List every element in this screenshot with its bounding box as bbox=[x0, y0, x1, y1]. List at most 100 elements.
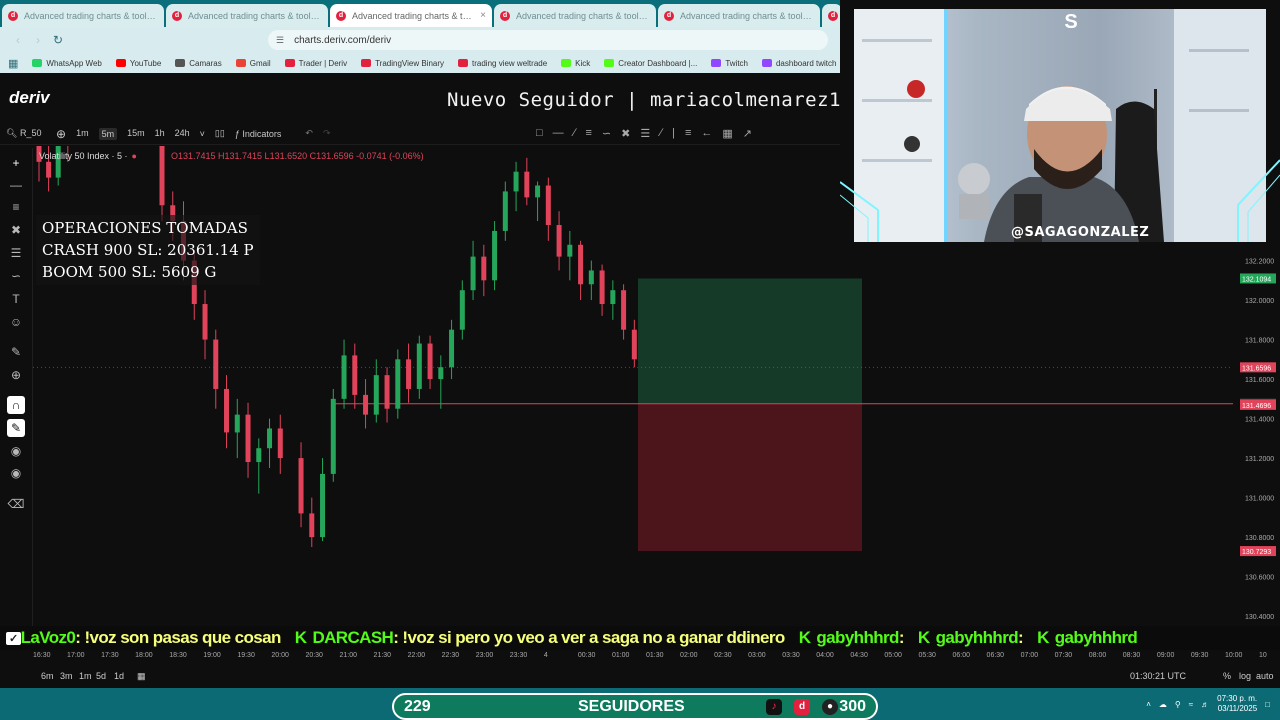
legend-ohlc: O131.7415 H131.7415 L131.6520 C131.6596 … bbox=[170, 151, 424, 161]
grid-tool-icon[interactable]: ▦ bbox=[722, 127, 732, 140]
pattern-icon[interactable]: ✖ bbox=[7, 221, 25, 239]
browser-tab[interactable]: d Advanced trading charts & tools × bbox=[330, 4, 492, 27]
timeframe-button[interactable]: 5m bbox=[98, 127, 118, 140]
undo-icon[interactable]: ↶ bbox=[305, 128, 313, 139]
vertical-line-icon[interactable]: | bbox=[672, 127, 675, 140]
bookmark-item[interactable]: Creator Dashboard |... bbox=[604, 59, 697, 68]
browser-tab[interactable]: d Advanced trading charts & tools | Tr bbox=[2, 4, 164, 27]
add-symbol-icon[interactable]: ⊕ bbox=[56, 127, 66, 141]
bookmark-item[interactable]: Kick bbox=[561, 59, 590, 68]
range-button[interactable]: 5d bbox=[96, 671, 106, 681]
range-button[interactable]: 1m bbox=[79, 671, 92, 681]
bookmark-item[interactable]: Gmail bbox=[235, 59, 271, 68]
bookmark-item[interactable]: Camaras bbox=[175, 59, 222, 68]
bookmark-item[interactable]: TradingView Binary bbox=[361, 59, 444, 68]
timeframe-button[interactable]: 24h bbox=[175, 128, 190, 140]
zoom-icon[interactable]: ⊕ bbox=[7, 366, 25, 384]
bookmark-label: WhatsApp Web bbox=[46, 58, 102, 68]
apps-icon[interactable]: ▦ bbox=[8, 57, 18, 70]
symbol-search[interactable]: 🔍︎ R_50 bbox=[6, 128, 56, 139]
percent-toggle[interactable]: % bbox=[1223, 671, 1231, 681]
url-text: charts.deriv.com/deriv bbox=[294, 34, 392, 46]
bookmark-item[interactable]: trading view weltrade bbox=[458, 59, 547, 68]
browser-tab-overflow[interactable]: d bbox=[822, 4, 842, 27]
reload-icon[interactable]: ↻ bbox=[48, 33, 68, 47]
rectangle-tool-icon[interactable]: □ bbox=[536, 127, 543, 140]
fibonacci-icon[interactable]: ☰ bbox=[7, 244, 25, 262]
range-button[interactable]: 1d bbox=[114, 671, 124, 681]
ruler-icon[interactable]: ✎ bbox=[7, 343, 25, 361]
drawing-quick-tools: □ — ∕ ≡ ∽ ✖ ☰ ∕ | ≡ ← ▦ ↗ bbox=[536, 127, 752, 140]
channel-tool-icon[interactable]: ≡ bbox=[7, 198, 25, 216]
lock-icon[interactable]: ◉ bbox=[7, 442, 25, 460]
url-field[interactable]: ☰ charts.deriv.com/deriv bbox=[268, 30, 828, 50]
candle-body bbox=[309, 513, 315, 538]
indicators-button[interactable]: ƒ Indicators bbox=[235, 129, 282, 139]
operations-line-2: CRASH 900 SL: 20361.14 P bbox=[42, 241, 254, 259]
price-tick-label: 131.2000 bbox=[1245, 456, 1274, 463]
bookmark-item[interactable]: Twitch bbox=[711, 59, 748, 68]
candle-body bbox=[320, 473, 326, 538]
brush-tool-icon[interactable]: ∕ bbox=[660, 127, 662, 140]
parallel-channel-icon[interactable]: ≡ bbox=[586, 127, 592, 140]
browser-tab[interactable]: d Advanced trading charts & tools | Tr bbox=[166, 4, 328, 27]
time-tick-label: 03:30 bbox=[782, 652, 800, 659]
trend-line-icon[interactable]: ∕ bbox=[574, 127, 576, 140]
timeframe-button[interactable]: 1h bbox=[155, 128, 165, 140]
deriv-logo[interactable]: deriv bbox=[9, 88, 50, 108]
clock[interactable]: 07:30 p. m. 03/11/2025 bbox=[1217, 694, 1257, 714]
crosshair-icon[interactable]: + bbox=[7, 154, 25, 172]
brush-icon[interactable]: ∽ bbox=[7, 267, 25, 285]
redo-icon[interactable]: ↷ bbox=[323, 128, 331, 139]
user-avatar-icon: ● bbox=[822, 699, 838, 715]
horizontal-ray-icon[interactable]: — bbox=[553, 127, 564, 140]
timeframe-button[interactable]: 15m bbox=[127, 128, 145, 140]
chart-type-icon[interactable]: ▯▯ bbox=[215, 128, 225, 139]
levels-tool-icon[interactable]: ≡ bbox=[685, 127, 691, 140]
tray-chevron-icon[interactable]: ˄ bbox=[1146, 700, 1151, 709]
range-button[interactable]: 3m bbox=[60, 671, 73, 681]
bookmark-label: Creator Dashboard |... bbox=[618, 58, 698, 68]
visibility-icon[interactable]: ◉ bbox=[7, 464, 25, 482]
follower-goal: 300 bbox=[839, 697, 866, 715]
date-range-icon[interactable]: ▦ bbox=[137, 671, 146, 682]
close-tab-icon[interactable]: × bbox=[480, 10, 486, 21]
arrow-tool-icon[interactable]: ← bbox=[701, 127, 712, 140]
bookmark-label: dashboard twitch bbox=[775, 58, 837, 68]
webcam-frame bbox=[840, 159, 1280, 242]
stay-drawing-icon[interactable]: ✎ bbox=[7, 419, 25, 437]
wifi-icon[interactable]: ≈ bbox=[1189, 700, 1193, 709]
cloud-icon[interactable]: ☁ bbox=[1159, 700, 1167, 709]
timeframe-button[interactable]: 1m bbox=[76, 128, 89, 140]
notifications-icon[interactable]: □ bbox=[1265, 700, 1270, 709]
auto-toggle[interactable]: auto bbox=[1256, 671, 1274, 681]
bookmark-item[interactable]: WhatsApp Web bbox=[32, 58, 102, 68]
line-tool-icon[interactable]: — bbox=[7, 176, 25, 194]
pattern-tool-icon[interactable]: ✖ bbox=[621, 127, 630, 140]
extend-tool-icon[interactable]: ↗ bbox=[743, 127, 752, 140]
candle-body bbox=[384, 375, 390, 409]
fib-tool-icon[interactable]: ☰ bbox=[640, 127, 650, 140]
trash-icon[interactable]: ⌫ bbox=[7, 495, 25, 513]
range-button[interactable]: 6m bbox=[41, 671, 54, 681]
browser-tab[interactable]: d Advanced trading charts & tools | Tr bbox=[494, 4, 656, 27]
location-icon[interactable]: ⚲ bbox=[1175, 700, 1181, 709]
magnet-icon[interactable]: ∩ bbox=[7, 396, 25, 414]
candle-body bbox=[502, 191, 508, 231]
bookmark-item[interactable]: YouTube bbox=[115, 59, 161, 68]
path-tool-icon[interactable]: ∽ bbox=[602, 127, 611, 140]
back-icon[interactable]: ‹ bbox=[8, 33, 28, 47]
bookmark-item[interactable]: Trader | Deriv bbox=[284, 59, 347, 68]
time-tick-label: 19:30 bbox=[237, 652, 255, 659]
forward-icon[interactable]: › bbox=[28, 33, 48, 47]
log-toggle[interactable]: log bbox=[1239, 671, 1251, 681]
text-tool-icon[interactable]: T bbox=[7, 290, 25, 308]
site-info-icon[interactable]: ☰ bbox=[276, 35, 284, 46]
utc-clock[interactable]: 01:30:21 UTC bbox=[1130, 671, 1186, 681]
volume-icon[interactable]: ♬ bbox=[1201, 700, 1209, 709]
follower-count: 229 bbox=[404, 697, 431, 715]
timeframe-dropdown-icon[interactable]: ˅ bbox=[200, 129, 205, 139]
bookmark-item[interactable]: dashboard twitch bbox=[761, 58, 837, 68]
emoji-icon[interactable]: ☺ bbox=[7, 313, 25, 331]
browser-tab[interactable]: d Advanced trading charts & tools | Tr bbox=[658, 4, 820, 27]
